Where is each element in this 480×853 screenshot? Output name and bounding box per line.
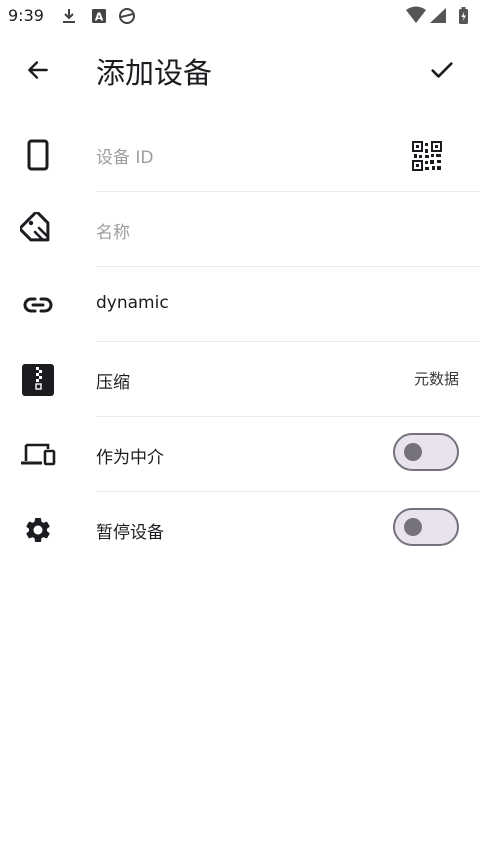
- address-input[interactable]: dynamic: [96, 293, 169, 313]
- name-input[interactable]: 名称: [96, 218, 130, 243]
- device-id-row[interactable]: 设备 ID: [0, 117, 480, 192]
- zip-archive-icon: [22, 364, 54, 396]
- status-bar: 9:39 A: [0, 0, 480, 32]
- signal-icon: [430, 8, 446, 23]
- back-button[interactable]: [20, 52, 56, 88]
- devices-icon: [21, 443, 56, 466]
- arrow-back-icon: [28, 61, 48, 79]
- check-icon: [431, 62, 453, 78]
- address-row[interactable]: dynamic: [0, 267, 480, 342]
- pause-device-label: 暂停设备: [96, 523, 164, 543]
- save-button[interactable]: [422, 52, 462, 88]
- link-icon: [23, 297, 53, 313]
- status-right: [404, 6, 472, 26]
- svg-text:A: A: [95, 11, 104, 24]
- pause-device-toggle[interactable]: [393, 508, 459, 546]
- pause-device-row[interactable]: 暂停设备: [0, 492, 480, 567]
- tag-icon: [20, 212, 50, 242]
- gear-icon: [26, 518, 50, 542]
- download-icon: [63, 9, 75, 23]
- name-row[interactable]: 名称: [0, 192, 480, 267]
- device-id-input[interactable]: 设备 ID: [96, 143, 154, 168]
- sync-globe-icon: [119, 8, 135, 24]
- phone-icon: [27, 139, 49, 171]
- introducer-row[interactable]: 作为中介: [0, 417, 480, 492]
- introducer-toggle[interactable]: [393, 433, 459, 471]
- compression-row[interactable]: 压缩 元数据: [0, 342, 480, 417]
- compression-label: 压缩: [96, 373, 130, 393]
- wifi-icon: [406, 6, 426, 23]
- introducer-label: 作为中介: [96, 448, 164, 468]
- a-box-icon: A: [92, 9, 106, 24]
- app-bar: 添加设备: [0, 32, 480, 108]
- qr-code-icon[interactable]: [412, 141, 442, 171]
- toggle-knob: [404, 518, 422, 536]
- compression-value[interactable]: 元数据: [414, 368, 459, 389]
- page-title: 添加设备: [96, 56, 213, 90]
- toggle-knob: [404, 443, 422, 461]
- status-time: 9:39: [8, 6, 44, 25]
- battery-charging-icon: [459, 7, 468, 24]
